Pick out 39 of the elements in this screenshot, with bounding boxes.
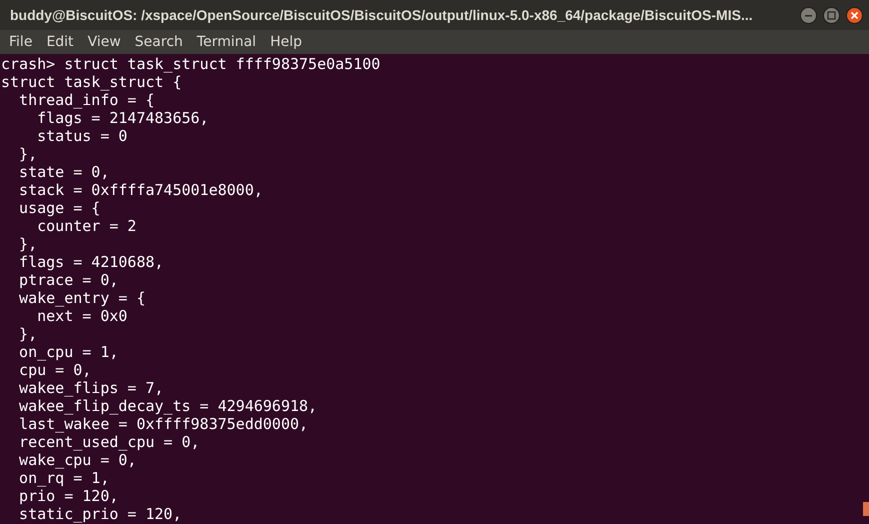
terminal-line: crash> struct task_struct ffff98375e0a5100 — [0, 55, 380, 73]
terminal-line: flags = 2147483656, — [36, 109, 209, 127]
terminal-line: wake_entry = { — [18, 289, 146, 307]
terminal-line: recent_used_cpu = 0, — [18, 433, 200, 451]
terminal-line: cpu = 0, — [18, 361, 92, 379]
terminal-line: on_cpu = 1, — [18, 343, 118, 361]
terminal-line: }, — [18, 325, 38, 343]
maximize-button[interactable] — [823, 6, 840, 24]
window-title: buddy@BiscuitOS: /xspace/OpenSource/BiscuitOS/BiscuitOS/output/linux-5.0-x86_64/package/BiscuitOS-MIS... — [10, 7, 754, 23]
terminal-line: last_wakee = 0xffff98375edd0000, — [18, 415, 308, 433]
terminal-line: thread_info = { — [18, 91, 155, 109]
terminal-line: ptrace = 0, — [18, 271, 118, 289]
menu-item[interactable]: File — [2, 34, 40, 50]
menu-item[interactable]: Search — [128, 34, 190, 50]
menu-item[interactable]: Terminal — [190, 34, 264, 50]
menu-item[interactable]: Help — [263, 34, 309, 50]
close-icon — [850, 10, 859, 20]
terminal-line: }, — [18, 145, 38, 163]
terminal-line: state = 0, — [18, 163, 110, 181]
terminal-line: wakee_flip_decay_ts = 4294696918, — [18, 397, 318, 415]
menu-item[interactable]: View — [80, 34, 128, 50]
terminal-line: next = 0x0 — [36, 307, 128, 325]
maximize-icon — [827, 10, 836, 20]
close-button[interactable] — [846, 6, 863, 24]
scrollbar-marker — [863, 502, 869, 516]
terminal-line: usage = { — [18, 199, 100, 217]
terminal-line: }, — [18, 235, 38, 253]
terminal-line: stack = 0xffffa745001e8000, — [18, 181, 263, 199]
terminal-line: prio = 120, — [18, 487, 118, 505]
terminal-line: wake_cpu = 0, — [18, 451, 136, 469]
terminal-line: counter = 2 — [36, 217, 136, 235]
terminal-line: status = 0 — [36, 127, 128, 145]
minimize-button[interactable] — [800, 6, 817, 24]
terminal-line: struct task_struct { — [0, 73, 182, 91]
terminal-line: static_prio = 120, — [18, 505, 182, 523]
terminal-line: on_rq = 1, — [18, 469, 110, 487]
terminal-line: wakee_flips = 7, — [18, 379, 164, 397]
terminal-line: flags = 4210688, — [18, 253, 164, 271]
menu-item[interactable]: Edit — [39, 34, 81, 50]
